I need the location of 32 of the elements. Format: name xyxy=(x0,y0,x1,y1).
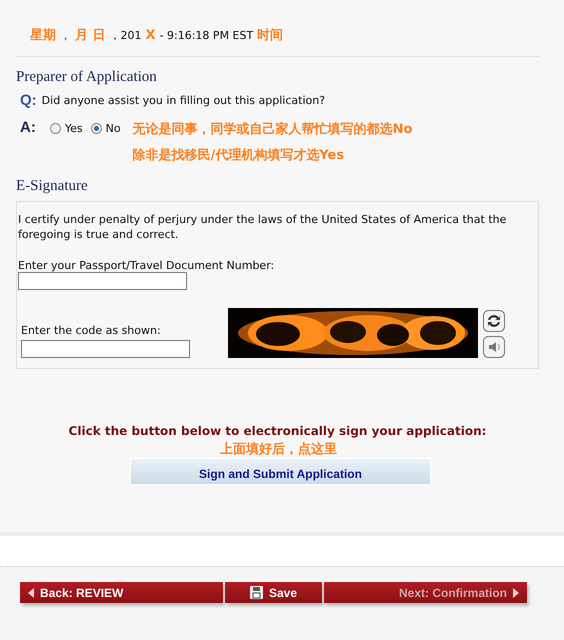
speaker-icon[interactable] xyxy=(483,336,505,358)
annotation-note: 无论是同事，同学或自己家人帮忙填写的都选No xyxy=(132,120,412,138)
timestamp-text: ， xyxy=(60,28,71,43)
code-field[interactable] xyxy=(21,340,190,358)
certification-text: I certify under penalty of perjury under the laws of the United States of America that the foregoing is true and correct. xyxy=(18,212,508,242)
field-label: Enter the code as shown: xyxy=(21,324,162,337)
section-heading: Preparer of Application xyxy=(16,69,158,86)
question-label: Q: xyxy=(20,92,37,109)
save-button[interactable]: Save xyxy=(225,582,322,603)
annotation-note: 除非是找移民/代理机构填写才选Yes xyxy=(132,147,346,164)
option-label: No xyxy=(106,122,121,134)
passport-field[interactable] xyxy=(18,272,187,290)
answer-label: A: xyxy=(20,119,36,138)
back-button[interactable]: Back: REVIEW xyxy=(20,582,223,603)
submit-button[interactable]: Sign and Submit Application xyxy=(130,458,431,485)
annotation-note: 时间 xyxy=(257,27,284,44)
timestamp-text: - 9:16:18 PM EST xyxy=(160,29,254,42)
sign-prompt: Click the button below to electronically sign your application: xyxy=(68,424,488,438)
option-label: Yes xyxy=(64,122,83,134)
caret-icon xyxy=(28,588,34,598)
refresh-icon[interactable] xyxy=(483,310,505,332)
radio-button[interactable] xyxy=(90,122,102,134)
radio-button[interactable] xyxy=(50,122,61,134)
timestamp-text: ，201 xyxy=(110,28,142,43)
annotation-note: 月 日 xyxy=(75,27,106,44)
section-heading: E-Signature xyxy=(16,178,89,195)
field-label: Enter your Passport/Travel Document Number: xyxy=(18,259,276,272)
caret-icon xyxy=(513,588,519,598)
annotation-note: 星期 xyxy=(30,27,56,44)
annotation-note: X xyxy=(146,28,156,43)
question-text: Did anyone assist you in filling out this application? xyxy=(42,94,326,107)
annotation-note: 上面填好后，点这里 xyxy=(220,440,337,458)
